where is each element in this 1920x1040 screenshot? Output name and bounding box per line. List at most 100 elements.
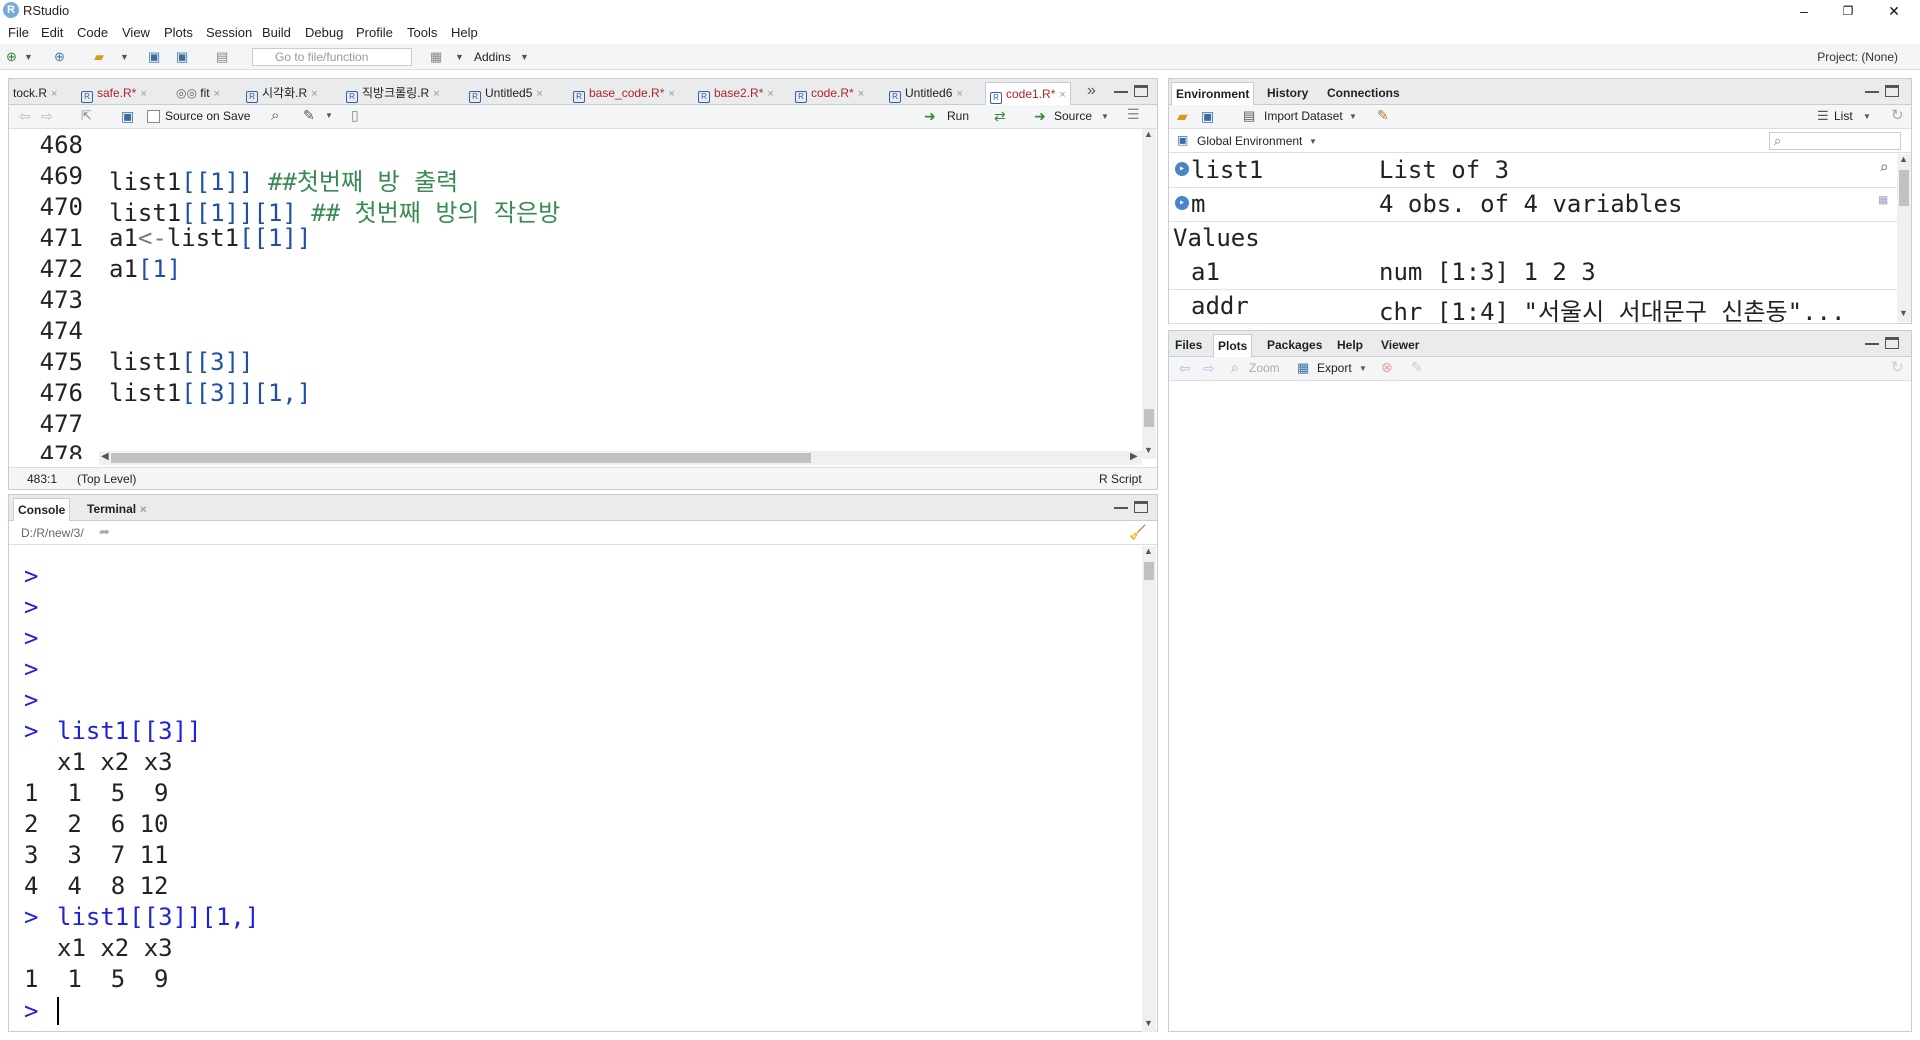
scrollbar-thumb[interactable]: [111, 453, 811, 463]
previous-plot-icon[interactable]: ⇦: [1179, 360, 1191, 377]
chevron-down-icon[interactable]: ▼: [1863, 112, 1871, 121]
maximize-pane-icon[interactable]: [1885, 85, 1899, 97]
code-tools-wand-icon[interactable]: ✎: [303, 107, 315, 124]
scrollbar-thumb[interactable]: [1899, 170, 1909, 206]
env-row[interactable]: ▸ list1 List of 3 ⌕: [1169, 154, 1897, 188]
tab-terminal[interactable]: Terminal ×: [83, 498, 151, 521]
scroll-up-icon[interactable]: ▲: [1144, 546, 1153, 556]
tab-environment[interactable]: Environment: [1171, 82, 1255, 105]
console-vertical-scrollbar[interactable]: ▲ ▼: [1142, 546, 1156, 1032]
zoom-button[interactable]: Zoom: [1249, 361, 1280, 375]
forward-icon[interactable]: ⇨: [41, 108, 53, 125]
close-icon[interactable]: ×: [433, 88, 439, 100]
search-icon[interactable]: ⌕: [1879, 158, 1889, 177]
refresh-icon[interactable]: ↻: [1891, 358, 1904, 376]
export-button[interactable]: Export: [1317, 361, 1352, 375]
expand-icon[interactable]: ▸: [1175, 196, 1189, 210]
save-icon[interactable]: ▣: [148, 49, 160, 65]
chevron-down-icon[interactable]: ▼: [455, 49, 464, 65]
close-icon[interactable]: ×: [214, 88, 220, 100]
rerun-icon[interactable]: ⇄: [994, 108, 1006, 125]
tab-files[interactable]: Files: [1171, 334, 1206, 357]
menu-help[interactable]: Help: [451, 25, 478, 40]
scrollbar-thumb[interactable]: [1144, 409, 1154, 427]
scroll-down-icon[interactable]: ▼: [1144, 1018, 1153, 1028]
close-icon[interactable]: ×: [311, 88, 317, 100]
tab-code[interactable]: Rcode.R* ×: [791, 82, 868, 105]
document-outline-icon[interactable]: ☰: [1127, 106, 1140, 123]
menu-debug[interactable]: Debug: [305, 25, 343, 40]
env-search-input[interactable]: ⌕: [1769, 132, 1901, 150]
tab-help[interactable]: Help: [1333, 334, 1367, 357]
menu-build[interactable]: Build: [262, 25, 291, 40]
tab-untitled5[interactable]: R Untitled5 ×: [465, 82, 547, 105]
project-menu[interactable]: Project: (None): [1817, 50, 1898, 64]
minimize-pane-icon[interactable]: [1114, 505, 1128, 509]
clear-broom-icon[interactable]: ✎: [1411, 359, 1423, 376]
tab-base2[interactable]: Rbase2.R* ×: [694, 82, 778, 105]
expand-icon[interactable]: ▸: [1175, 162, 1189, 176]
tab-visualization[interactable]: R 시각화.R ×: [242, 82, 322, 105]
menu-profile[interactable]: Profile: [356, 25, 393, 40]
clear-broom-icon[interactable]: ✎: [1377, 107, 1389, 124]
console-output[interactable]: > > > > > > list1[[3]] x1 x2 x3 1 1 5 9 …: [9, 546, 1141, 1032]
compile-report-icon[interactable]: ▯: [351, 107, 359, 124]
close-icon[interactable]: ×: [858, 88, 864, 100]
chevron-down-icon[interactable]: ▼: [1309, 137, 1317, 146]
go-to-directory-icon[interactable]: ➦: [99, 524, 110, 540]
tab-code1[interactable]: Rcode1.R* ×: [985, 82, 1071, 105]
env-row[interactable]: ▸ m 4 obs. of 4 variables ▦: [1169, 188, 1897, 222]
back-icon[interactable]: ⇦: [19, 108, 31, 125]
tab-safe[interactable]: Rsafe.R* ×: [77, 82, 151, 105]
close-icon[interactable]: ×: [1059, 89, 1065, 101]
menu-plots[interactable]: Plots: [164, 25, 193, 40]
clear-console-broom-icon[interactable]: 🧹: [1129, 524, 1146, 541]
scroll-up-icon[interactable]: ▲: [1144, 129, 1153, 139]
scroll-right-icon[interactable]: ▶: [1130, 451, 1138, 462]
tab-connections[interactable]: Connections: [1323, 82, 1404, 105]
tab-packages[interactable]: Packages: [1263, 334, 1326, 357]
global-environment-dropdown[interactable]: Global Environment: [1197, 134, 1302, 148]
view-table-icon[interactable]: ▦: [1879, 192, 1887, 208]
print-icon[interactable]: ▤: [216, 49, 228, 65]
chevron-down-icon[interactable]: ▼: [1349, 112, 1357, 121]
close-icon[interactable]: ×: [668, 88, 674, 100]
chevron-down-icon[interactable]: ▼: [24, 49, 33, 65]
close-icon[interactable]: ×: [51, 88, 57, 100]
menu-view[interactable]: View: [122, 25, 150, 40]
tab-tock[interactable]: tock.R ×: [9, 82, 61, 105]
restore-button[interactable]: ❐: [1826, 0, 1870, 22]
menu-session[interactable]: Session: [206, 25, 252, 40]
scroll-up-icon[interactable]: ▲: [1899, 154, 1908, 164]
save-workspace-icon[interactable]: ▣: [1201, 108, 1214, 125]
show-in-window-icon[interactable]: ⇱: [81, 108, 92, 124]
close-icon[interactable]: ×: [956, 88, 962, 100]
tab-console[interactable]: Console: [13, 498, 71, 521]
load-workspace-icon[interactable]: ▰: [1177, 108, 1188, 125]
code-area[interactable]: 468 469 470 471 472 473 474 475 476 477 …: [9, 129, 1141, 459]
search-icon[interactable]: ⌕: [271, 107, 279, 124]
save-all-icon[interactable]: ▣: [176, 49, 188, 65]
scroll-left-icon[interactable]: ◀: [101, 451, 109, 462]
more-tabs-icon[interactable]: »: [1087, 82, 1096, 100]
env-row[interactable]: addr chr [1:4] "서울시 서대문구 신촌동"...: [1169, 290, 1897, 324]
env-row[interactable]: a1 num [1:3] 1 2 3: [1169, 256, 1897, 290]
chevron-down-icon[interactable]: ▼: [520, 49, 529, 65]
import-dataset-button[interactable]: Import Dataset: [1264, 109, 1343, 123]
menu-file[interactable]: File: [8, 25, 29, 40]
menu-edit[interactable]: Edit: [41, 25, 63, 40]
tab-viewer[interactable]: Viewer: [1377, 334, 1423, 357]
minimize-pane-icon[interactable]: [1865, 89, 1879, 93]
editor-vertical-scrollbar[interactable]: ▲ ▼: [1142, 129, 1156, 459]
refresh-icon[interactable]: ↻: [1891, 106, 1904, 124]
close-icon[interactable]: ×: [140, 88, 146, 100]
maximize-pane-icon[interactable]: [1885, 337, 1899, 349]
close-icon[interactable]: ×: [536, 88, 542, 100]
maximize-pane-icon[interactable]: [1134, 501, 1148, 513]
chevron-down-icon[interactable]: ▼: [1359, 364, 1367, 373]
next-plot-icon[interactable]: ⇨: [1203, 360, 1215, 377]
tab-base-code[interactable]: Rbase_code.R* ×: [569, 82, 679, 105]
close-icon[interactable]: ×: [767, 88, 773, 100]
close-button[interactable]: ✕: [1872, 0, 1916, 22]
tab-fit[interactable]: ◎◎ fit ×: [172, 82, 224, 105]
